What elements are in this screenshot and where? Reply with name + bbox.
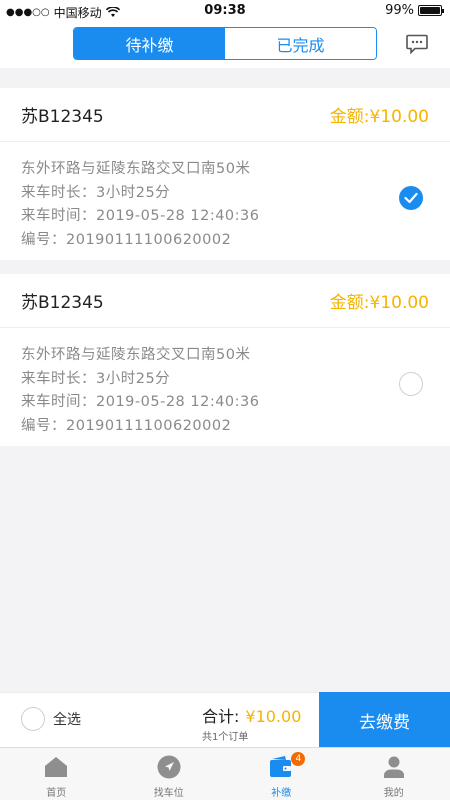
- order-number: 编号：20190111100620002: [21, 231, 232, 248]
- order-number: 编号：20190111100620002: [21, 417, 232, 434]
- order-amount: 金额:¥10.00: [329, 293, 429, 313]
- tab-bar: 首页 找车位 4 补缴 我的: [0, 747, 450, 800]
- tab-label: 找车位: [153, 788, 184, 799]
- notification-badge: 4: [291, 752, 306, 766]
- order-arrival-time: 来车时间：2019-05-28 12:40:36: [21, 394, 260, 410]
- order-card[interactable]: 苏B12345 金额:¥10.00 东外环路与延陵东路交叉口南50米 来车时长：…: [0, 88, 450, 260]
- order-checkbox[interactable]: [399, 372, 423, 396]
- order-duration: 来车时长：3小时25分: [21, 370, 171, 387]
- tab-find-parking[interactable]: 找车位: [113, 748, 226, 800]
- header: 待补缴 已完成: [0, 22, 450, 68]
- status-time: 09:38: [204, 3, 246, 18]
- tab-label: 首页: [46, 788, 67, 799]
- order-arrival-time: 来车时间：2019-05-28 12:40:36: [21, 208, 260, 224]
- order-address: 东外环路与延陵东路交叉口南50米: [21, 161, 251, 177]
- battery-percent: 99%: [385, 3, 414, 18]
- tab-home[interactable]: 首页: [0, 748, 113, 800]
- order-checkbox[interactable]: [399, 186, 423, 210]
- status-bar: ●●●○○ 中国移动 09:38 99%: [0, 0, 450, 22]
- segmented-control: 待补缴 已完成: [73, 27, 377, 60]
- total-count: 共1个订单: [202, 732, 249, 743]
- battery-icon: [418, 5, 444, 16]
- tab-completed[interactable]: 已完成: [225, 28, 376, 59]
- tab-pending[interactable]: 待补缴: [74, 28, 225, 59]
- select-all-radio[interactable]: [21, 707, 45, 731]
- order-duration: 来车时长：3小时25分: [21, 184, 171, 201]
- tab-profile[interactable]: 我的: [338, 748, 450, 800]
- pay-button[interactable]: 去缴费: [319, 692, 450, 748]
- home-icon: [45, 757, 68, 777]
- total-amount: ¥10.00: [245, 707, 302, 726]
- user-icon: [383, 756, 404, 778]
- plate-number: 苏B12345: [21, 107, 104, 127]
- order-card[interactable]: 苏B12345 金额:¥10.00 东外环路与延陵东路交叉口南50米 来车时长：…: [0, 274, 450, 446]
- select-all-toggle[interactable]: 全选: [21, 707, 81, 731]
- tab-label: 我的: [383, 788, 404, 799]
- checkmark-icon: [404, 192, 418, 204]
- select-all-label: 全选: [53, 712, 81, 728]
- action-bar: 全选 合计: ¥10.00 共1个订单 去缴费: [0, 692, 450, 748]
- tab-label: 补缴: [271, 788, 292, 799]
- wallet-icon: [270, 756, 292, 777]
- navigate-icon: [157, 755, 181, 779]
- chat-bubble-icon[interactable]: [406, 34, 428, 54]
- tab-payment[interactable]: 4 补缴: [225, 748, 338, 800]
- order-address: 东外环路与延陵东路交叉口南50米: [21, 347, 251, 363]
- total-summary: 合计: ¥10.00 共1个订单: [202, 703, 301, 743]
- order-list: 苏B12345 金额:¥10.00 东外环路与延陵东路交叉口南50米 来车时长：…: [0, 88, 450, 460]
- order-amount: 金额:¥10.00: [329, 107, 429, 127]
- plate-number: 苏B12345: [21, 293, 104, 313]
- total-label: 合计:: [202, 707, 240, 726]
